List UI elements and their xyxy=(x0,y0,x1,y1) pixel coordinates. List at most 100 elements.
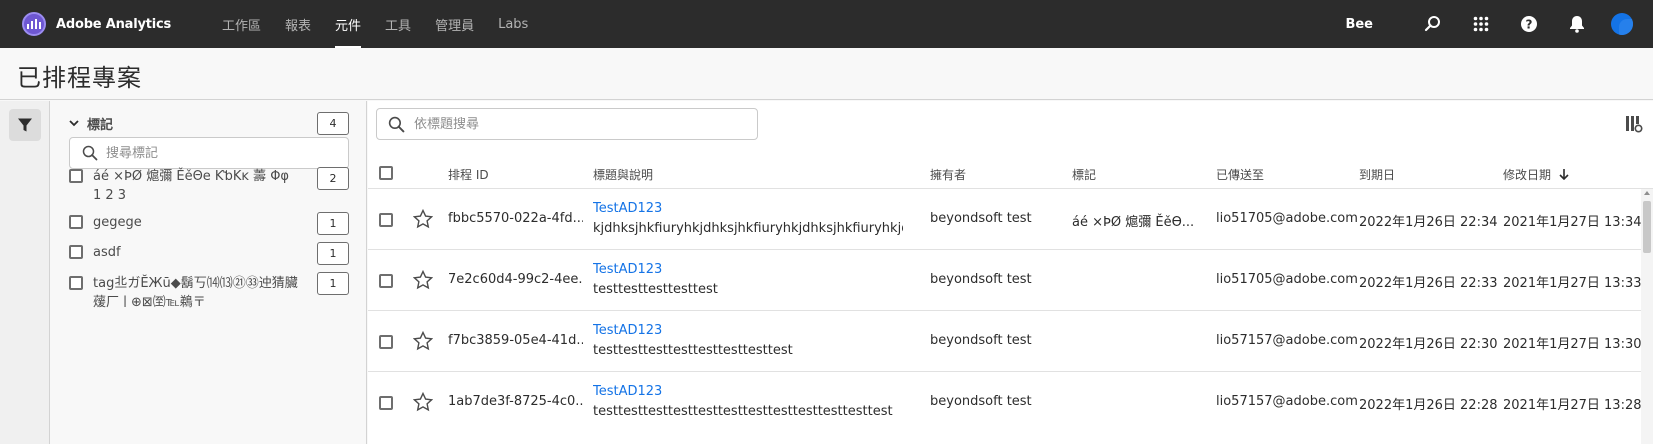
row-checkbox[interactable] xyxy=(379,213,393,227)
tag-checkbox[interactable] xyxy=(69,245,83,259)
tag-search-input[interactable] xyxy=(106,145,348,161)
filter-panel: 標記 4 áé ×ÞØ 熩彌 ĚěΘe ƘƅKĸ 薵 Φφ 1 2 3 2 ge… xyxy=(51,101,367,444)
tag-filter-item[interactable]: áé ×ÞØ 熩彌 ĚěΘe ƘƅKĸ 薵 Φφ 1 2 3 2 xyxy=(69,167,349,205)
nav-item-workspace[interactable]: 工作區 xyxy=(222,0,261,48)
row-checkbox[interactable] xyxy=(379,274,393,288)
title-search-input[interactable] xyxy=(414,116,757,132)
project-title-link[interactable]: TestAD123 xyxy=(593,323,662,338)
table-row[interactable]: fbbc5570-022a-4fd... TestAD123 kjdhksjhk… xyxy=(368,189,1653,250)
tag-checkbox[interactable] xyxy=(69,276,83,290)
sent-to: lio51705@adobe.com xyxy=(1216,272,1358,287)
org-switcher[interactable]: Bee xyxy=(1345,17,1373,32)
column-header-title[interactable]: 標題與說明 xyxy=(593,166,653,183)
select-all-checkbox[interactable] xyxy=(379,166,393,180)
tag-filter-item[interactable]: asdf 1 xyxy=(69,242,349,265)
expiration-date: 2022年1月26日 22:34 xyxy=(1359,215,1498,230)
nav-right-group: Bee ? xyxy=(1345,0,1653,48)
search-icon xyxy=(82,145,98,161)
svg-text:?: ? xyxy=(1526,18,1533,32)
tag-checkbox[interactable] xyxy=(69,215,83,229)
project-title-link[interactable]: TestAD123 xyxy=(593,384,662,399)
column-header-expires[interactable]: 到期日 xyxy=(1359,166,1395,183)
analytics-logo-icon xyxy=(22,12,46,36)
tag-search-field xyxy=(69,137,349,169)
column-settings-icon[interactable] xyxy=(1625,115,1643,137)
schedule-id: 1ab7de3f-8725-4c0... xyxy=(448,394,583,409)
project-description: testtesttesttesttest xyxy=(593,282,718,297)
tags-section-header[interactable]: 標記 4 xyxy=(69,111,349,135)
table-row[interactable]: 7e2c60d4-99c2-4ee... TestAD123 testtestt… xyxy=(368,250,1653,311)
tags-section-label: 標記 xyxy=(87,117,114,133)
row-checkbox[interactable] xyxy=(379,396,393,410)
modified-date: 2021年1月27日 13:33 xyxy=(1503,276,1642,291)
owner: beyondsoft test xyxy=(930,394,1032,409)
table-header: 排程 ID 標題與說明 擁有者 標記 已傳送至 到期日 修改日期 xyxy=(368,157,1653,189)
nav-item-reports[interactable]: 報表 xyxy=(285,0,311,48)
title-search-field xyxy=(376,108,758,140)
project-title-link[interactable]: TestAD123 xyxy=(593,262,662,277)
expiration-date: 2022年1月26日 22:33 xyxy=(1359,276,1498,291)
tag-filter-item[interactable]: gegege 1 xyxy=(69,212,349,235)
nav-item-components[interactable]: 元件 xyxy=(335,0,362,48)
column-header-sent-to[interactable]: 已傳送至 xyxy=(1216,166,1264,183)
star-favorite-icon[interactable] xyxy=(413,270,433,290)
sent-to: lio57157@adobe.com xyxy=(1216,394,1358,409)
expiration-date: 2022年1月26日 22:28 xyxy=(1359,398,1498,413)
project-description: testtesttesttesttesttesttesttesttesttest… xyxy=(593,404,893,419)
project-description: testtesttesttesttesttesttesttest xyxy=(593,343,793,358)
sent-to: lio57157@adobe.com xyxy=(1216,333,1358,348)
scroll-up-arrow-icon[interactable] xyxy=(1644,191,1650,195)
column-header-modified[interactable]: 修改日期 xyxy=(1503,166,1569,183)
tag-count: 1 xyxy=(317,212,349,235)
avatar[interactable] xyxy=(1611,13,1633,35)
tag-label: gegege xyxy=(93,215,142,230)
column-header-modified-label: 修改日期 xyxy=(1503,168,1552,182)
expiration-date: 2022年1月26日 22:30 xyxy=(1359,337,1498,352)
main-nav: 工作區 報表 元件 工具 管理員 Labs xyxy=(222,0,552,48)
modified-date: 2021年1月27日 13:34 xyxy=(1503,215,1642,230)
tag-filter-item[interactable]: tag丠ガĔЖū◆鬍丂⒁⒀㉑㉝迚猜臟蕿厂ㅣ⊕⊠㉃℡鵜〒 1 xyxy=(69,272,349,312)
modified-date: 2021年1月27日 13:28 xyxy=(1503,398,1642,413)
left-rail xyxy=(0,101,50,444)
column-header-owner[interactable]: 擁有者 xyxy=(930,166,966,183)
column-header-id[interactable]: 排程 ID xyxy=(448,166,489,183)
scrollbar-thumb[interactable] xyxy=(1643,201,1651,253)
nav-item-admin[interactable]: 管理員 xyxy=(435,0,474,48)
project-description: kjdhksjhkfiuryhkjdhksjhkfiuryhkjdhksjhkf… xyxy=(593,221,903,236)
project-title-link[interactable]: TestAD123 xyxy=(593,201,662,216)
owner: beyondsoft test xyxy=(930,211,1032,226)
table-row[interactable]: 1ab7de3f-8725-4c0... TestAD123 testtestt… xyxy=(368,372,1653,433)
row-checkbox[interactable] xyxy=(379,335,393,349)
nav-item-labs[interactable]: Labs xyxy=(498,0,528,48)
table-row[interactable]: f7bc3859-05e4-41d... TestAD123 testtestt… xyxy=(368,311,1653,372)
tag-checkbox[interactable] xyxy=(69,169,83,183)
search-icon[interactable] xyxy=(1409,0,1457,48)
tag-count: 1 xyxy=(317,272,349,295)
owner: beyondsoft test xyxy=(930,272,1032,287)
column-header-tags[interactable]: 標記 xyxy=(1072,166,1096,183)
owner: beyondsoft test xyxy=(930,333,1032,348)
tags-section-count: 4 xyxy=(317,111,349,135)
sort-descending-icon xyxy=(1559,169,1569,181)
star-favorite-icon[interactable] xyxy=(413,331,433,351)
tags: áé ×ÞØ 熩彌 Ěěϴ... xyxy=(1072,215,1195,230)
schedule-id: f7bc3859-05e4-41d... xyxy=(448,333,583,348)
tag-label: áé ×ÞØ 熩彌 ĚěΘe ƘƅKĸ 薵 Φφ 1 2 3 xyxy=(93,169,289,203)
apps-grid-icon[interactable] xyxy=(1457,0,1505,48)
bell-icon[interactable] xyxy=(1553,0,1601,48)
chevron-down-icon xyxy=(69,119,79,126)
app-logo[interactable]: Adobe Analytics xyxy=(22,12,222,36)
star-favorite-icon[interactable] xyxy=(413,392,433,412)
search-icon xyxy=(388,116,405,132)
nav-item-tools[interactable]: 工具 xyxy=(385,0,411,48)
page-title: 已排程專案 xyxy=(17,64,142,92)
tag-label: tag丠ガĔЖū◆鬍丂⒁⒀㉑㉝迚猜臟蕿厂ㅣ⊕⊠㉃℡鵜〒 xyxy=(93,276,298,310)
vertical-scrollbar[interactable] xyxy=(1641,189,1653,444)
schedule-id: fbbc5570-022a-4fd... xyxy=(448,211,583,226)
star-favorite-icon[interactable] xyxy=(413,209,433,229)
filter-toggle-button[interactable] xyxy=(9,109,41,141)
page-header: 已排程專案 xyxy=(0,48,1653,100)
app-name: Adobe Analytics xyxy=(56,16,172,32)
help-icon[interactable]: ? xyxy=(1505,0,1553,48)
scheduled-projects-list: 排程 ID 標題與說明 擁有者 標記 已傳送至 到期日 修改日期 fbbc557… xyxy=(368,101,1653,444)
